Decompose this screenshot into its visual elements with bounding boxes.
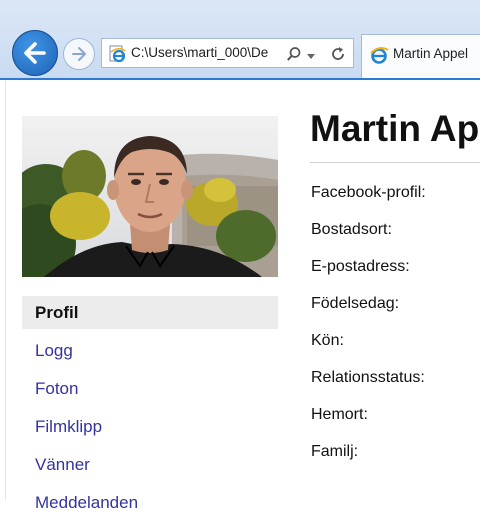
profile-nav: Profil Logg Foton Filmklipp Vänner Medde… <box>22 296 278 524</box>
nav-item-logg[interactable]: Logg <box>22 334 278 367</box>
forward-button[interactable] <box>63 38 95 70</box>
field-label-hemort: Hemort: <box>311 406 368 423</box>
dropdown-arrow-icon[interactable] <box>306 48 316 66</box>
tab-title: Martin Appel <box>393 46 469 61</box>
field-label-facebook-profil: Facebook-profil: <box>311 184 426 201</box>
search-icon[interactable] <box>286 46 302 67</box>
nav-item-meddelanden[interactable]: Meddelanden <box>22 486 278 519</box>
page-edge <box>5 80 6 500</box>
field-label-familj: Familj: <box>311 443 359 460</box>
arrow-left-icon <box>24 42 46 64</box>
nav-item-vanner[interactable]: Vänner <box>22 448 278 481</box>
field-label-e-postadress: E-postadress: <box>311 258 410 275</box>
page-icon <box>108 45 126 68</box>
field-label-kon: Kön: <box>311 332 344 349</box>
nav-item-foton[interactable]: Foton <box>22 372 278 405</box>
nav-item-profil[interactable]: Profil <box>22 296 278 329</box>
profile-fields: Facebook-profil: Bostadsort: E-postadres… <box>311 184 426 480</box>
name-divider <box>310 162 480 163</box>
refresh-icon[interactable] <box>330 46 346 67</box>
address-bar[interactable]: C:\Users\marti_000\De <box>101 38 354 68</box>
nav-item-filmklipp[interactable]: Filmklipp <box>22 410 278 443</box>
browser-tab[interactable]: Martin Appel <box>361 34 480 79</box>
profile-page: Profil Logg Foton Filmklipp Vänner Medde… <box>0 80 480 512</box>
field-label-relationsstatus: Relationsstatus: <box>311 369 425 386</box>
field-label-fodelsedag: Födelsedag: <box>311 295 400 312</box>
address-url[interactable]: C:\Users\marti_000\De <box>131 45 283 60</box>
profile-name: Martin Ap <box>310 108 480 149</box>
browser-toolbar: C:\Users\marti_000\De Martin Appel <box>0 0 480 80</box>
profile-photo <box>22 116 278 277</box>
arrow-right-icon <box>72 47 86 61</box>
back-button[interactable] <box>12 30 58 76</box>
field-label-bostadsort: Bostadsort: <box>311 221 392 238</box>
ie-icon <box>369 45 389 70</box>
